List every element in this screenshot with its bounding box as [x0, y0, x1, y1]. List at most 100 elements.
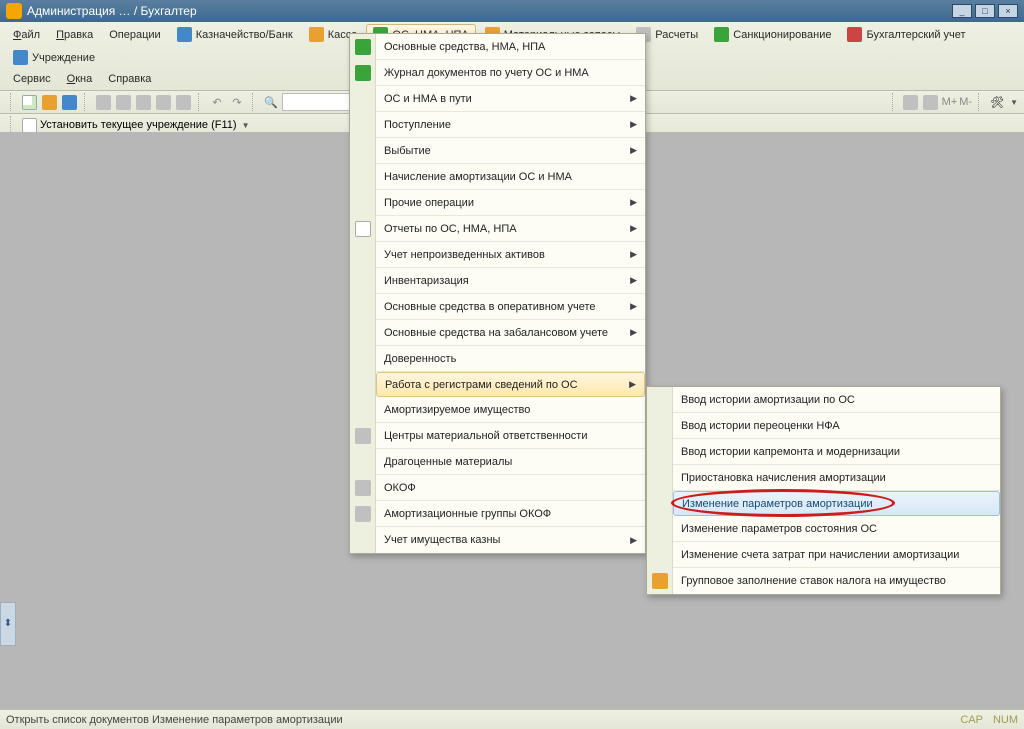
menu-справка[interactable]: Справка [101, 70, 158, 88]
save-icon[interactable] [60, 93, 78, 111]
cut-icon[interactable] [94, 93, 112, 111]
book-icon [355, 65, 371, 81]
menu-item-17[interactable]: ОКОФ [376, 475, 645, 501]
redo-icon[interactable]: ↷ [228, 93, 246, 111]
set-institution-button[interactable]: Установить текущее учреждение (F11) ▼ [40, 119, 250, 131]
submenu-arrow-icon: ▶ [630, 223, 637, 234]
item-label: Журнал документов по учету ОС и НМА [384, 67, 589, 79]
calendar-icon[interactable] [922, 93, 940, 111]
item-label: Отчеты по ОС, НМА, НПА [384, 223, 517, 235]
paste-icon[interactable] [134, 93, 152, 111]
mminus-button[interactable]: M- [959, 96, 972, 108]
clone-icon[interactable] [154, 93, 172, 111]
item-label: Ввод истории переоценки НФА [681, 420, 840, 432]
menu-учреждение[interactable]: Учреждение [6, 47, 102, 68]
copy-icon[interactable] [114, 93, 132, 111]
menu-item-0[interactable]: Основные средства, НМА, НПА [376, 34, 645, 60]
menu-окна[interactable]: Окна [60, 70, 100, 88]
submenu-arrow-icon: ▶ [629, 379, 636, 390]
side-handle[interactable]: ⬍ [0, 602, 16, 646]
item-label: Приостановка начисления амортизации [681, 472, 886, 484]
menu-операции[interactable]: Операции [102, 26, 167, 44]
menu-label: Санкционирование [733, 29, 831, 41]
submenu-arrow-icon: ▶ [630, 535, 637, 546]
submenu-item-1[interactable]: Ввод истории переоценки НФА [673, 413, 1000, 439]
open-icon[interactable] [40, 93, 58, 111]
menu-item-14[interactable]: Амортизируемое имущество [376, 397, 645, 423]
item-label: Ввод истории капремонта и модернизации [681, 446, 900, 458]
search-icon[interactable]: 🔍 [262, 93, 280, 111]
item-label: Инвентаризация [384, 275, 469, 287]
menu-label: Сервис [13, 73, 51, 85]
menu-item-1[interactable]: Журнал документов по учету ОС и НМА [376, 60, 645, 86]
menu-item-6[interactable]: Прочие операции▶ [376, 190, 645, 216]
item-label: ОКОФ [384, 482, 416, 494]
menu-правка[interactable]: Правка [49, 26, 100, 44]
menu-item-4[interactable]: Выбытие▶ [376, 138, 645, 164]
maximize-button[interactable]: □ [975, 4, 995, 18]
item-label: Ввод истории амортизации по ОС [681, 394, 855, 406]
menu-label: Бухгалтерский учет [866, 29, 965, 41]
menu-казначейство-банк[interactable]: Казначейство/Банк [170, 24, 300, 45]
mplus-button[interactable]: M+ [942, 96, 958, 108]
item-label: Изменение параметров состояния ОС [681, 523, 877, 535]
minimize-button[interactable]: _ [952, 4, 972, 18]
print-icon[interactable] [174, 93, 192, 111]
submenu-registers: Ввод истории амортизации по ОС Ввод истор… [646, 386, 1001, 595]
menu-сервис[interactable]: Сервис [6, 70, 58, 88]
item-label: Прочие операции [384, 197, 474, 209]
item-label: Изменение счета затрат при начислении ам… [681, 549, 959, 561]
menu-item-3[interactable]: Поступление▶ [376, 112, 645, 138]
new-doc-icon[interactable] [20, 93, 38, 111]
item-label: Драгоценные материалы [384, 456, 512, 468]
menu-item-19[interactable]: Учет имущества казны▶ [376, 527, 645, 553]
menu-файл[interactable]: Файл [6, 26, 47, 44]
submenu-arrow-icon: ▶ [630, 301, 637, 312]
page-icon [355, 221, 371, 237]
submenu-arrow-icon: ▶ [630, 249, 637, 260]
item-label: ОС и НМА в пути [384, 93, 472, 105]
menu-item-8[interactable]: Учет непроизведенных активов▶ [376, 242, 645, 268]
menu-item-16[interactable]: Драгоценные материалы [376, 449, 645, 475]
menu-item-7[interactable]: Отчеты по ОС, НМА, НПА ▶ [376, 216, 645, 242]
submenu-item-4[interactable]: Изменение параметров амортизации [673, 491, 1000, 516]
menu-label: Учреждение [32, 52, 95, 64]
submenu-item-0[interactable]: Ввод истории амортизации по ОС [673, 387, 1000, 413]
item-label: Амортизационные группы ОКОФ [384, 508, 551, 520]
calc-icon[interactable] [902, 93, 920, 111]
menu-label: Расчеты [655, 29, 698, 41]
menu-бухгалтерский-учет[interactable]: Бухгалтерский учет [840, 24, 972, 45]
menu-санкционирование[interactable]: Санкционирование [707, 24, 838, 45]
menu-item-5[interactable]: Начисление амортизации ОС и НМА [376, 164, 645, 190]
menu-item-18[interactable]: Амортизационные группы ОКОФ [376, 501, 645, 527]
menu-label: Правка [56, 29, 93, 41]
menu-item-11[interactable]: Основные средства на забалансовом учете▶ [376, 320, 645, 346]
undo-icon[interactable]: ↶ [208, 93, 226, 111]
menu-label: Операции [109, 29, 160, 41]
item-label: Центры материальной ответственности [384, 430, 587, 442]
submenu-item-3[interactable]: Приостановка начисления амортизации [673, 465, 1000, 491]
submenu-arrow-icon: ▶ [630, 327, 637, 338]
menu-item-9[interactable]: Инвентаризация▶ [376, 268, 645, 294]
submenu-item-6[interactable]: Изменение счета затрат при начислении ам… [673, 542, 1000, 568]
item-label: Групповое заполнение ставок налога на им… [681, 575, 946, 587]
close-button[interactable]: × [998, 4, 1018, 18]
menu-item-15[interactable]: Центры материальной ответственности [376, 423, 645, 449]
menu-item-2[interactable]: ОС и НМА в пути ▶ [376, 86, 645, 112]
menu-label: Казначейство/Банк [196, 29, 293, 41]
tools-dropdown-icon[interactable]: ▼ [1010, 98, 1018, 107]
item-label: Работа с регистрами сведений по ОС [385, 379, 578, 391]
tools-icon[interactable]: 🛠 [988, 93, 1006, 111]
grid-icon [355, 506, 371, 522]
item-label: Выбытие [384, 145, 431, 157]
item-label: Поступление [384, 119, 451, 131]
submenu-item-5[interactable]: Изменение параметров состояния ОС [673, 516, 1000, 542]
menu-item-12[interactable]: Доверенность [376, 346, 645, 372]
menu-item-10[interactable]: Основные средства в оперативном учете▶ [376, 294, 645, 320]
submenu-arrow-icon: ▶ [630, 93, 637, 104]
submenu-item-2[interactable]: Ввод истории капремонта и модернизации [673, 439, 1000, 465]
submenu-item-7[interactable]: Групповое заполнение ставок налога на им… [673, 568, 1000, 594]
abacus-icon [847, 27, 862, 42]
menu-item-13[interactable]: Работа с регистрами сведений по ОС ▶ [376, 372, 645, 397]
item-label: Амортизируемое имущество [384, 404, 530, 416]
